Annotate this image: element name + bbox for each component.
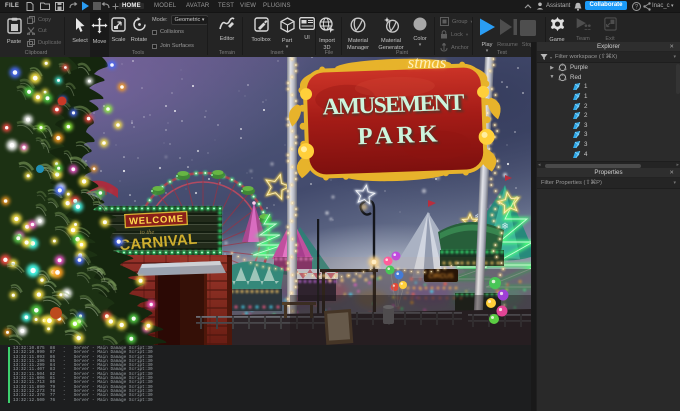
svg-text:stmas: stmas	[408, 57, 447, 72]
svg-text:PARK: PARK	[357, 121, 438, 151]
svg-text:AMUSEMENT: AMUSEMENT	[322, 90, 465, 121]
